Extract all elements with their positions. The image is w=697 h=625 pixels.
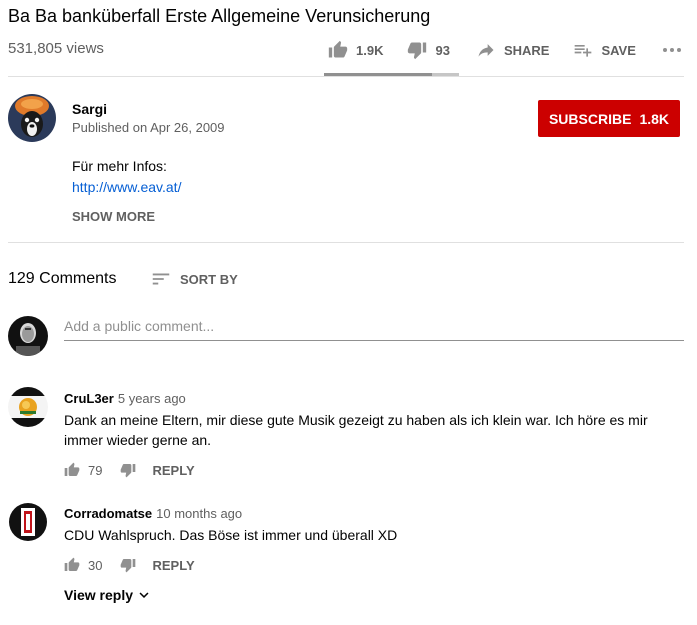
save-button[interactable]: SAVE [573, 40, 636, 60]
video-actions: 1.9K 93 SHARE SAVE [328, 38, 684, 62]
sort-label: SORT BY [180, 271, 238, 287]
share-arrow-icon [478, 44, 494, 57]
share-button[interactable]: SHARE [476, 40, 550, 60]
comment-text: CDU Wahlspruch. Das Böse ist immer und ü… [64, 527, 398, 543]
comment-count: 129 Comments [8, 270, 117, 287]
description-link[interactable]: http://www.eav.at/ [72, 179, 181, 195]
divider [8, 76, 684, 77]
divider [8, 242, 684, 243]
sort-by-button[interactable]: SORT BY [150, 268, 238, 290]
reply-button[interactable]: REPLY [152, 463, 194, 478]
show-more-button[interactable]: SHOW MORE [72, 209, 155, 224]
sort-icon [152, 273, 170, 285]
user-avatar [8, 316, 48, 356]
comment-author[interactable]: CruL3er [64, 391, 114, 406]
subscribe-label: SUBSCRIBE [548, 110, 632, 127]
publish-date: Published on Apr 26, 2009 [72, 120, 225, 135]
thumbs-up-icon[interactable] [64, 557, 80, 573]
channel-name[interactable]: Sargi [72, 101, 107, 117]
save-label: SAVE [601, 42, 636, 58]
video-title: Ba Ba banküberfall Erste Allgemeine Veru… [8, 6, 431, 26]
commenter-avatar[interactable] [8, 502, 48, 542]
more-horizontal-icon [662, 48, 681, 52]
like-count: 1.9K [356, 42, 384, 58]
description-text: Für mehr Infos: [72, 158, 167, 174]
view-count: 531,805 views [8, 40, 104, 57]
thumbs-up-icon [328, 40, 348, 58]
reply-button[interactable]: REPLY [152, 558, 194, 573]
view-reply-label: View reply [64, 587, 134, 603]
comment-date[interactable]: 10 months ago [156, 506, 242, 521]
comment-header: CruL3er 5 years ago [64, 390, 186, 408]
thumbs-up-icon[interactable] [64, 462, 80, 478]
subscriber-count: 1.8K [639, 110, 670, 127]
comment-actions: 30 REPLY [64, 557, 195, 573]
comment-header: Corradomatse 10 months ago [64, 505, 242, 523]
chevron-down-icon [139, 592, 149, 598]
thumbs-down-icon[interactable] [120, 462, 136, 478]
subscribe-button[interactable]: SUBSCRIBE 1.8K [538, 100, 680, 137]
channel-avatar[interactable] [8, 94, 56, 142]
thumbs-down-icon[interactable] [120, 557, 136, 573]
comment-like-count: 30 [88, 557, 103, 573]
commenter-avatar[interactable] [8, 387, 48, 427]
share-label: SHARE [503, 42, 550, 58]
add-comment-input[interactable]: Add a public comment... [64, 318, 684, 341]
like-button[interactable]: 1.9K [328, 40, 383, 60]
dislike-count: 93 [435, 42, 450, 58]
comment-text: Dank an meine Eltern, mir diese gute Mus… [64, 412, 648, 448]
view-reply-button[interactable]: View reply [64, 586, 153, 604]
more-actions-button[interactable] [660, 38, 684, 62]
comment-date[interactable]: 5 years ago [118, 391, 186, 406]
thumbs-down-icon [408, 42, 427, 60]
comment-like-count: 79 [88, 462, 103, 478]
dislike-button[interactable]: 93 [407, 40, 450, 60]
playlist-add-icon [575, 45, 592, 57]
comment-author[interactable]: Corradomatse [64, 506, 152, 521]
comment-actions: 79 REPLY [64, 462, 195, 478]
